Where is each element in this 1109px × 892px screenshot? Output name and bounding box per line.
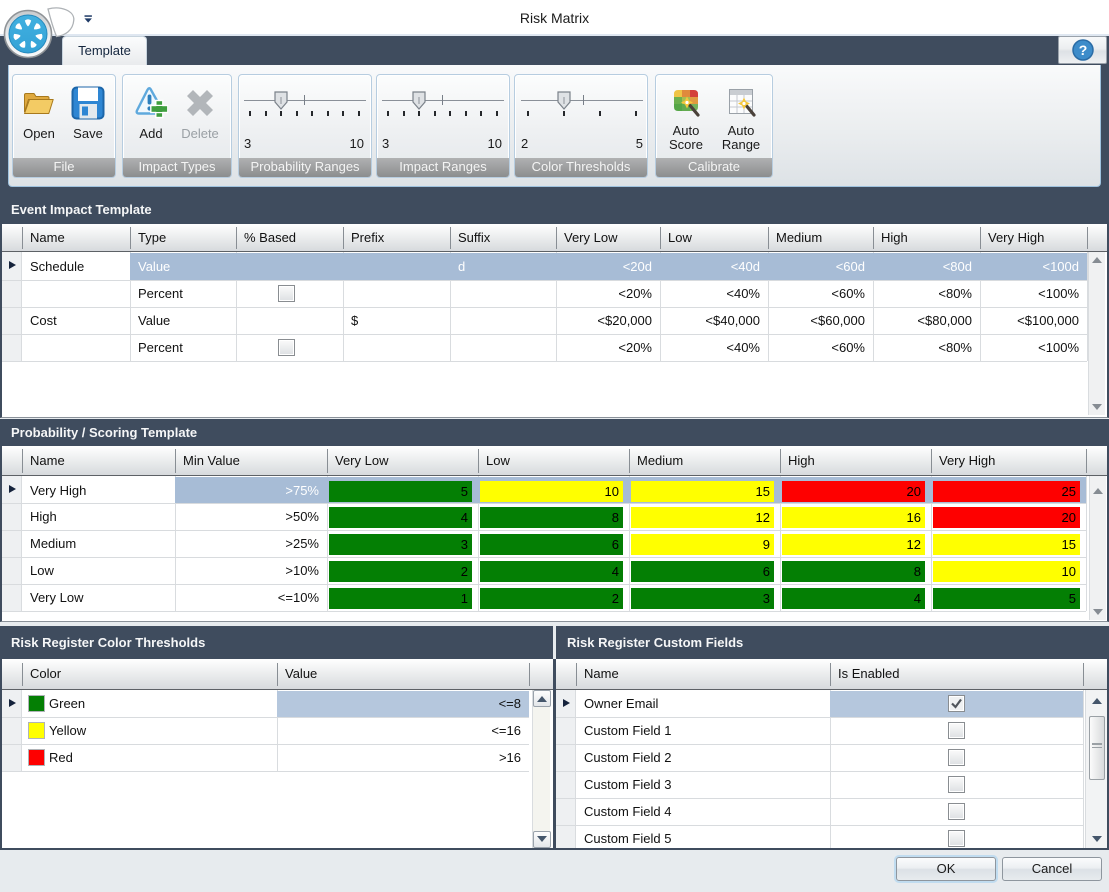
svg-text:?: ?: [1079, 42, 1088, 58]
